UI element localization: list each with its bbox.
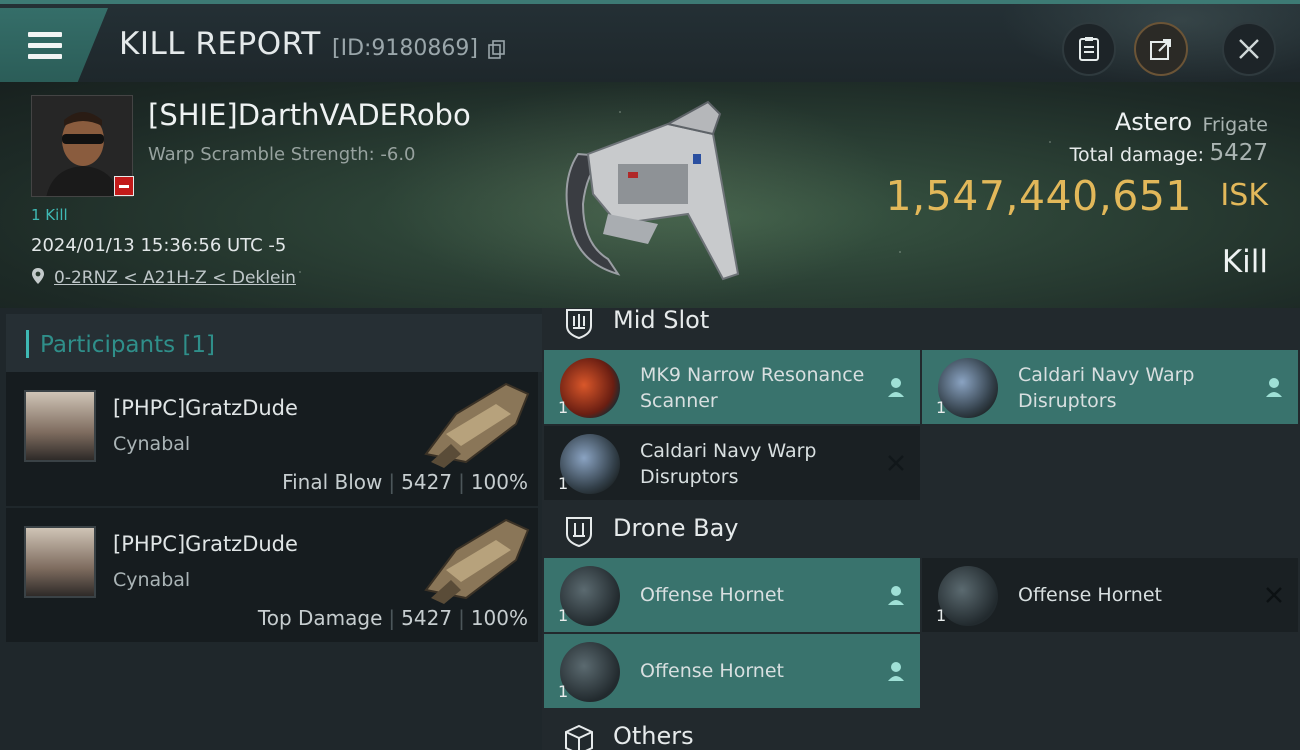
copy-icon[interactable] xyxy=(488,40,506,60)
item-icon xyxy=(560,358,620,418)
kill-summary: [SHIE]DarthVADERobo Warp Scramble Streng… xyxy=(0,82,1300,308)
section-others: Others xyxy=(542,714,1300,750)
item-name: Offense Hornet xyxy=(640,660,784,682)
participant-avatar[interactable] xyxy=(24,526,96,598)
close-icon xyxy=(1239,39,1259,59)
ship-class: Frigate xyxy=(1202,114,1268,136)
warp-scramble-strength: Warp Scramble Strength: -6.0 xyxy=(148,144,416,165)
item-name: Offense Hornet xyxy=(640,584,784,606)
participant-damage: 5427 xyxy=(401,470,453,494)
page-title: KILL REPORT xyxy=(119,26,321,62)
participant-stats: Final Blow | 5427 | 100% xyxy=(282,470,528,494)
item-icon xyxy=(560,566,620,626)
item-name: Caldari Navy Warp Disruptors xyxy=(640,440,817,488)
participants-header[interactable]: Participants [1] xyxy=(6,314,542,372)
item-name: Caldari Navy Warp Disruptors xyxy=(1018,364,1195,412)
fitted-item[interactable]: 1 Offense Hornet xyxy=(922,558,1298,632)
ship-name[interactable]: Astero xyxy=(1115,108,1192,136)
item-icon xyxy=(938,566,998,626)
person-icon xyxy=(888,378,904,397)
participant-name[interactable]: [PHPC]GratzDude xyxy=(113,396,298,420)
participant-damage: 5427 xyxy=(401,606,453,630)
location-link[interactable]: 0-2RNZ < A21H-Z < Deklein xyxy=(54,268,296,288)
section-mid-slot: Mid Slot xyxy=(542,298,1300,346)
fitted-item[interactable]: 1 Offense Hornet xyxy=(544,634,920,708)
participant-stats: Top Damage | 5427 | 100% xyxy=(257,606,528,630)
participant-avatar[interactable] xyxy=(24,390,96,462)
item-name: Offense Hornet xyxy=(1018,584,1162,606)
participants-title: Participants [1] xyxy=(40,332,215,358)
total-damage-label: Total damage: xyxy=(1069,144,1204,166)
person-icon xyxy=(888,662,904,681)
participant-ship: Cynabal xyxy=(113,569,191,591)
participant-card[interactable]: [PHPC]GratzDude Cynabal Final Blow | 5427 |… xyxy=(6,372,538,506)
share-button[interactable] xyxy=(1134,22,1188,76)
participant-ship-image[interactable] xyxy=(416,510,534,606)
hostile-badge xyxy=(114,176,134,196)
kill-timestamp: 2024/01/13 15:36:56 UTC -5 xyxy=(31,235,287,256)
item-icon xyxy=(560,434,620,494)
fitted-item[interactable]: 1 Offense Hornet xyxy=(544,558,920,632)
clipboard-icon xyxy=(1079,37,1099,61)
participant-name[interactable]: [PHPC]GratzDude xyxy=(113,532,298,556)
header-accent-bar xyxy=(26,330,29,358)
kill-result: Kill xyxy=(1221,244,1268,280)
section-drone-bay: Drone Bay xyxy=(542,506,1300,554)
isk-unit: ISK xyxy=(1220,178,1268,213)
top-bar: KILL REPORT [ID:9180869] xyxy=(0,0,1300,86)
item-quantity: 1 xyxy=(936,398,947,417)
menu-button[interactable] xyxy=(0,8,108,82)
close-button[interactable] xyxy=(1222,22,1276,76)
fitted-item[interactable]: 1 Caldari Navy Warp Disruptors xyxy=(922,350,1298,424)
isk-value: 1,547,440,651 xyxy=(885,172,1192,220)
section-title: Drone Bay xyxy=(613,514,739,542)
participants-panel: Participants [1] [PHPC]GratzDude Cynabal… xyxy=(0,308,542,750)
shield-icon xyxy=(566,309,592,340)
section-title: Mid Slot xyxy=(613,306,710,334)
participant-role: Top Damage xyxy=(257,606,383,630)
x-icon xyxy=(888,455,904,471)
report-id: [ID:9180869] xyxy=(332,36,478,61)
item-name: MK9 Narrow Resonance Scanner xyxy=(640,364,865,412)
item-icon xyxy=(560,642,620,702)
participant-role: Final Blow xyxy=(282,470,383,494)
location-pin-icon xyxy=(32,268,44,284)
participant-card[interactable]: [PHPC]GratzDude Cynabal Top Damage | 5427 |… xyxy=(6,508,538,642)
section-title: Others xyxy=(613,722,694,750)
clipboard-button[interactable] xyxy=(1062,22,1116,76)
item-quantity: 1 xyxy=(558,474,569,493)
box-icon xyxy=(565,724,593,750)
victim-ship-image[interactable] xyxy=(548,94,748,290)
fitted-item[interactable]: 1 MK9 Narrow Resonance Scanner xyxy=(544,350,920,424)
participant-percent: 100% xyxy=(470,606,528,630)
item-icon xyxy=(938,358,998,418)
item-quantity: 1 xyxy=(558,398,569,417)
kill-count-tag: 1 Kill xyxy=(31,206,68,224)
participant-ship-image[interactable] xyxy=(416,374,534,470)
shield-icon xyxy=(566,517,592,548)
person-icon xyxy=(1266,378,1282,397)
participant-ship: Cynabal xyxy=(113,433,191,455)
item-quantity: 1 xyxy=(558,682,569,701)
menu-icon xyxy=(28,32,62,60)
fitting-panel: Mid Slot 1 MK9 Narrow Resonance Scanner … xyxy=(542,306,1300,750)
person-icon xyxy=(888,586,904,605)
item-quantity: 1 xyxy=(936,606,947,625)
participant-percent: 100% xyxy=(470,470,528,494)
item-quantity: 1 xyxy=(558,606,569,625)
x-icon xyxy=(1266,587,1282,603)
fitted-item[interactable]: 1 Caldari Navy Warp Disruptors xyxy=(544,426,920,500)
victim-name[interactable]: [SHIE]DarthVADERobo xyxy=(148,98,471,132)
total-damage-value: 5427 xyxy=(1209,140,1268,166)
share-icon xyxy=(1150,39,1171,60)
